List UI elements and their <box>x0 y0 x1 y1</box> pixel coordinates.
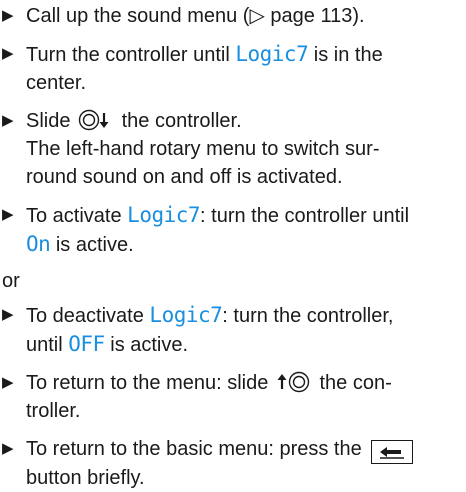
or-separator: or <box>2 270 20 292</box>
step-text: The left-hand rotary menu to switch sur- <box>26 138 380 160</box>
step-text: button briefly. <box>26 467 145 489</box>
step-text: : turn the controller, <box>222 305 394 327</box>
instruction-page: ▶ Call up the sound menu (▷ page 113). ▶… <box>0 0 466 492</box>
step-text: center. <box>26 72 87 94</box>
bullet-icon: ▶ <box>2 374 14 391</box>
term-logic7: Logic7 <box>149 303 223 327</box>
step-text: round sound on and off is activated. <box>26 166 343 188</box>
bullet-icon: ▶ <box>2 7 14 24</box>
step-text: To return to the basic menu: press the <box>26 438 368 460</box>
step-turn-controller: ▶ Turn the controller until Logic7 is in… <box>2 40 466 97</box>
term-logic7: Logic7 <box>127 203 201 227</box>
term-on: On <box>26 232 51 256</box>
step-text: is active. <box>50 234 134 256</box>
step-text: Call up the sound menu ( <box>26 5 250 27</box>
step-return-to-menu: ▶ To return to the menu: slide the con- … <box>2 369 466 425</box>
page-ref-text: page 113). <box>264 5 365 27</box>
step-call-sound-menu: ▶ Call up the sound menu (▷ page 113). <box>2 2 466 30</box>
controller-slide-up-icon <box>276 371 312 393</box>
step-text: To activate <box>26 205 128 227</box>
page-ref-arrow-icon: ▷ <box>249 5 265 27</box>
bullet-icon: ▶ <box>2 306 14 323</box>
step-text: the con- <box>313 372 392 394</box>
step-text: Slide <box>26 110 77 132</box>
step-text: until <box>26 334 69 356</box>
step-text: is in the <box>308 44 383 66</box>
step-text: To deactivate <box>26 305 150 327</box>
bullet-icon: ▶ <box>2 45 14 62</box>
step-activate-logic7: ▶ To activate Logic7: turn the controlle… <box>2 201 466 259</box>
step-return-basic-menu: ▶ To return to the basic menu: press the… <box>2 435 466 492</box>
bullet-icon: ▶ <box>2 206 14 223</box>
bullet-icon: ▶ <box>2 440 14 457</box>
step-text: the controller. <box>116 110 242 132</box>
term-logic7: Logic7 <box>235 42 309 66</box>
step-deactivate-logic7: ▶ To deactivate Logic7: turn the control… <box>2 301 466 359</box>
step-text: : turn the controller until <box>200 205 410 227</box>
term-off: OFF <box>68 332 105 356</box>
back-button-icon <box>371 440 414 464</box>
step-text: Turn the controller until <box>26 44 236 66</box>
step-text: To return to the menu: slide <box>26 372 274 394</box>
controller-slide-down-icon <box>78 109 114 131</box>
step-text: troller. <box>26 400 81 422</box>
step-slide-controller: ▶ Slide the controller. The left-hand ro… <box>2 107 466 191</box>
bullet-icon: ▶ <box>2 112 14 129</box>
step-text: is active. <box>104 334 189 356</box>
